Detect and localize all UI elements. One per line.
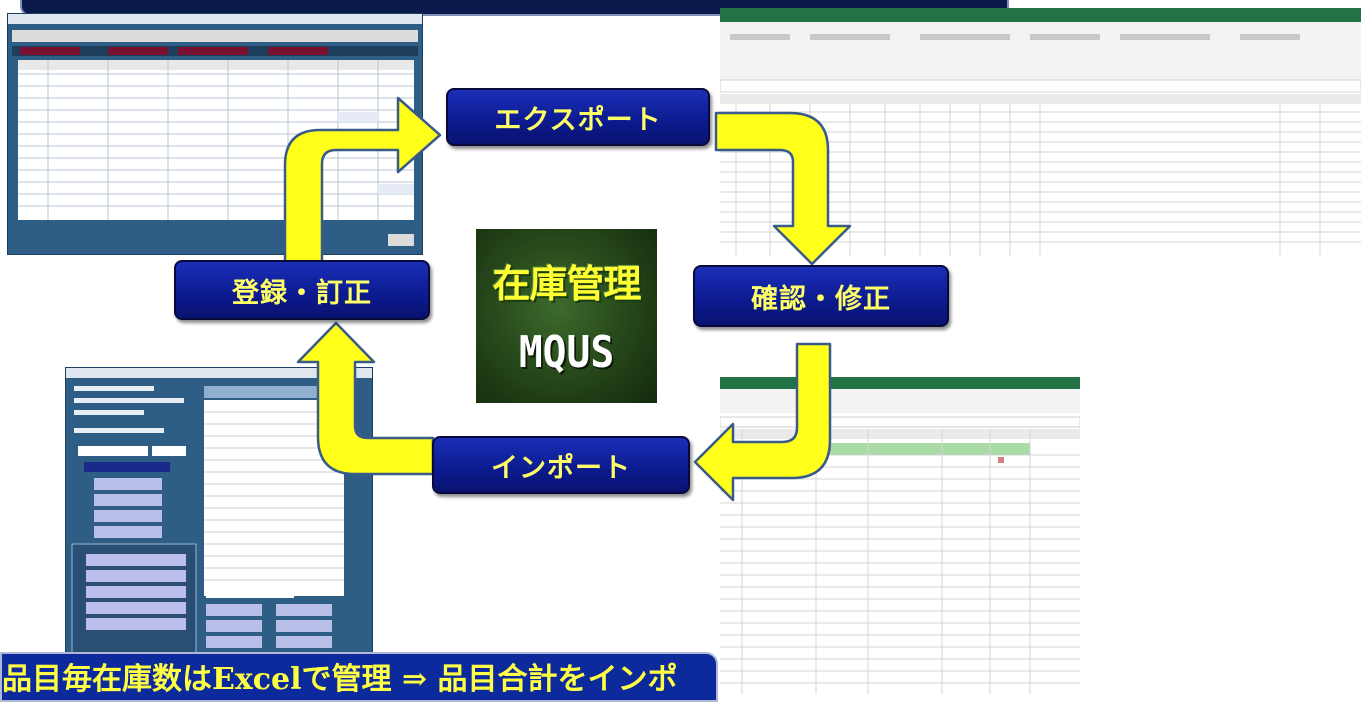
- step-import-label: インポート: [491, 452, 631, 484]
- step-confirm: 確認・修正: [693, 265, 949, 327]
- logo-subtitle: MQUS: [518, 327, 615, 378]
- step-import: インポート: [432, 436, 690, 494]
- arrow-up-right-icon: [283, 96, 442, 264]
- logo-title: 在庫管理: [492, 261, 641, 306]
- arrow-right-down-icon: [714, 111, 852, 266]
- arrow-left-up-icon: [296, 321, 435, 476]
- mqus-logo: 在庫管理 MQUS: [476, 229, 657, 403]
- step-export-label: エクスポート: [494, 104, 662, 136]
- arrow-down-left-icon: [693, 342, 832, 502]
- step-register: 登録・訂正: [174, 260, 430, 320]
- step-confirm-label: 確認・修正: [751, 283, 891, 315]
- step-register-label: 登録・訂正: [232, 277, 372, 309]
- bottom-caption-banner: 品目毎在庫数はExcelで管理 ⇒ 品目合計をインポ: [0, 652, 718, 702]
- bottom-caption-text: 品目毎在庫数はExcelで管理 ⇒ 品目合計をインポ: [2, 662, 678, 697]
- step-export: エクスポート: [446, 88, 710, 146]
